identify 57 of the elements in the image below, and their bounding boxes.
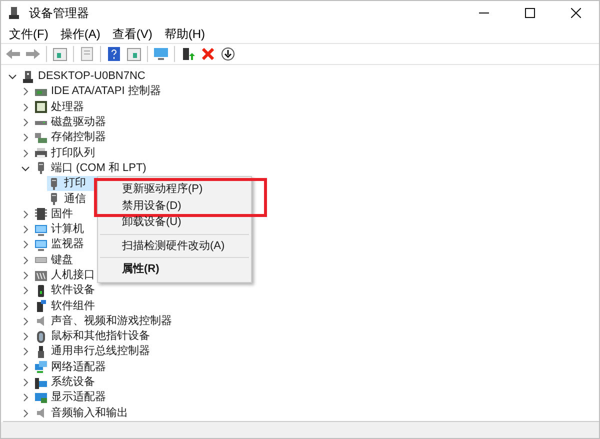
tree-item[interactable]: IDE ATA/ATAPI 控制器: [34, 84, 163, 100]
panel-icon[interactable]: [51, 45, 69, 63]
tree-item[interactable]: 磁盘驱动器: [34, 114, 108, 130]
maximize-icon: [525, 8, 535, 18]
menu-item[interactable]: 操作(A): [54, 28, 106, 40]
tree-item[interactable]: DESKTOP-U0BN7NC: [21, 69, 148, 84]
monitor-icon: [34, 222, 48, 237]
tree-item[interactable]: 人机接口: [34, 268, 97, 284]
tree-item[interactable]: 固件: [34, 206, 75, 222]
context-menu-item[interactable]: 更新驱动程序(P): [94, 178, 267, 198]
window-title: 设备管理器: [29, 5, 89, 22]
context-menu-item[interactable]: 卸载设备(U): [98, 214, 251, 230]
delete-icon[interactable]: [199, 45, 217, 63]
computer-icon: [21, 70, 35, 84]
tree-item[interactable]: 软件设备: [34, 283, 97, 298]
printer-icon: [34, 146, 48, 160]
tree-item[interactable]: 网络适配器: [34, 360, 108, 375]
collapse-chevron-icon[interactable]: [8, 72, 17, 82]
tree-item[interactable]: 通用串行总线控制器: [34, 344, 152, 360]
monitor-icon: [34, 238, 48, 252]
tree-item[interactable]: 软件组件: [34, 298, 97, 314]
context-menu-item[interactable]: 扫描检测硬件改动(A): [98, 238, 251, 254]
menu-item[interactable]: 查看(V): [106, 28, 158, 40]
context-menu-item[interactable]: 属性(R): [98, 261, 251, 278]
collapse-chevron-icon[interactable]: [21, 164, 30, 173]
storage-icon: [34, 130, 48, 145]
chip-icon: [34, 100, 48, 114]
tree-item[interactable]: 键盘: [34, 252, 75, 268]
menu-item[interactable]: 帮助(H): [158, 28, 211, 40]
tree-item[interactable]: 打印队列: [34, 145, 97, 161]
tree-item[interactable]: 鼠标和其他指针设备: [34, 329, 152, 344]
tree-item[interactable]: 计算机: [34, 222, 86, 238]
tree-item[interactable]: 通信: [47, 191, 88, 207]
tree-item[interactable]: 声音、视频和游戏控制器: [34, 314, 174, 330]
network-icon: [34, 360, 48, 374]
panel-icon[interactable]: [125, 45, 143, 63]
tree-item[interactable]: 监视器: [34, 237, 86, 253]
context-menu-item[interactable]: 禁用设备(D): [94, 198, 267, 217]
tree-item[interactable]: 系统设备: [34, 374, 97, 390]
monitor-icon: [34, 376, 48, 390]
close-icon: [571, 8, 581, 18]
mouse-icon: [34, 330, 48, 344]
device-icon: [34, 299, 48, 314]
download-icon[interactable]: [219, 45, 237, 63]
help-icon[interactable]: [105, 45, 123, 63]
menu-item[interactable]: 文件(F): [3, 28, 54, 40]
input-device-icon: [34, 268, 48, 282]
tree-item[interactable]: 存储控制器: [34, 130, 108, 146]
chip-icon: [34, 207, 48, 222]
drive-icon: [35, 120, 47, 125]
monitor-icon[interactable]: [152, 45, 170, 63]
computer-icon: [7, 6, 21, 20]
tree-item[interactable]: 处理器: [34, 100, 86, 115]
tree-item[interactable]: 端口 (COM 和 LPT): [34, 160, 148, 176]
monitor-icon: [34, 390, 48, 405]
tree-item[interactable]: 音频输入和输出: [34, 406, 130, 421]
tree-item[interactable]: 显示适配器: [34, 390, 108, 406]
